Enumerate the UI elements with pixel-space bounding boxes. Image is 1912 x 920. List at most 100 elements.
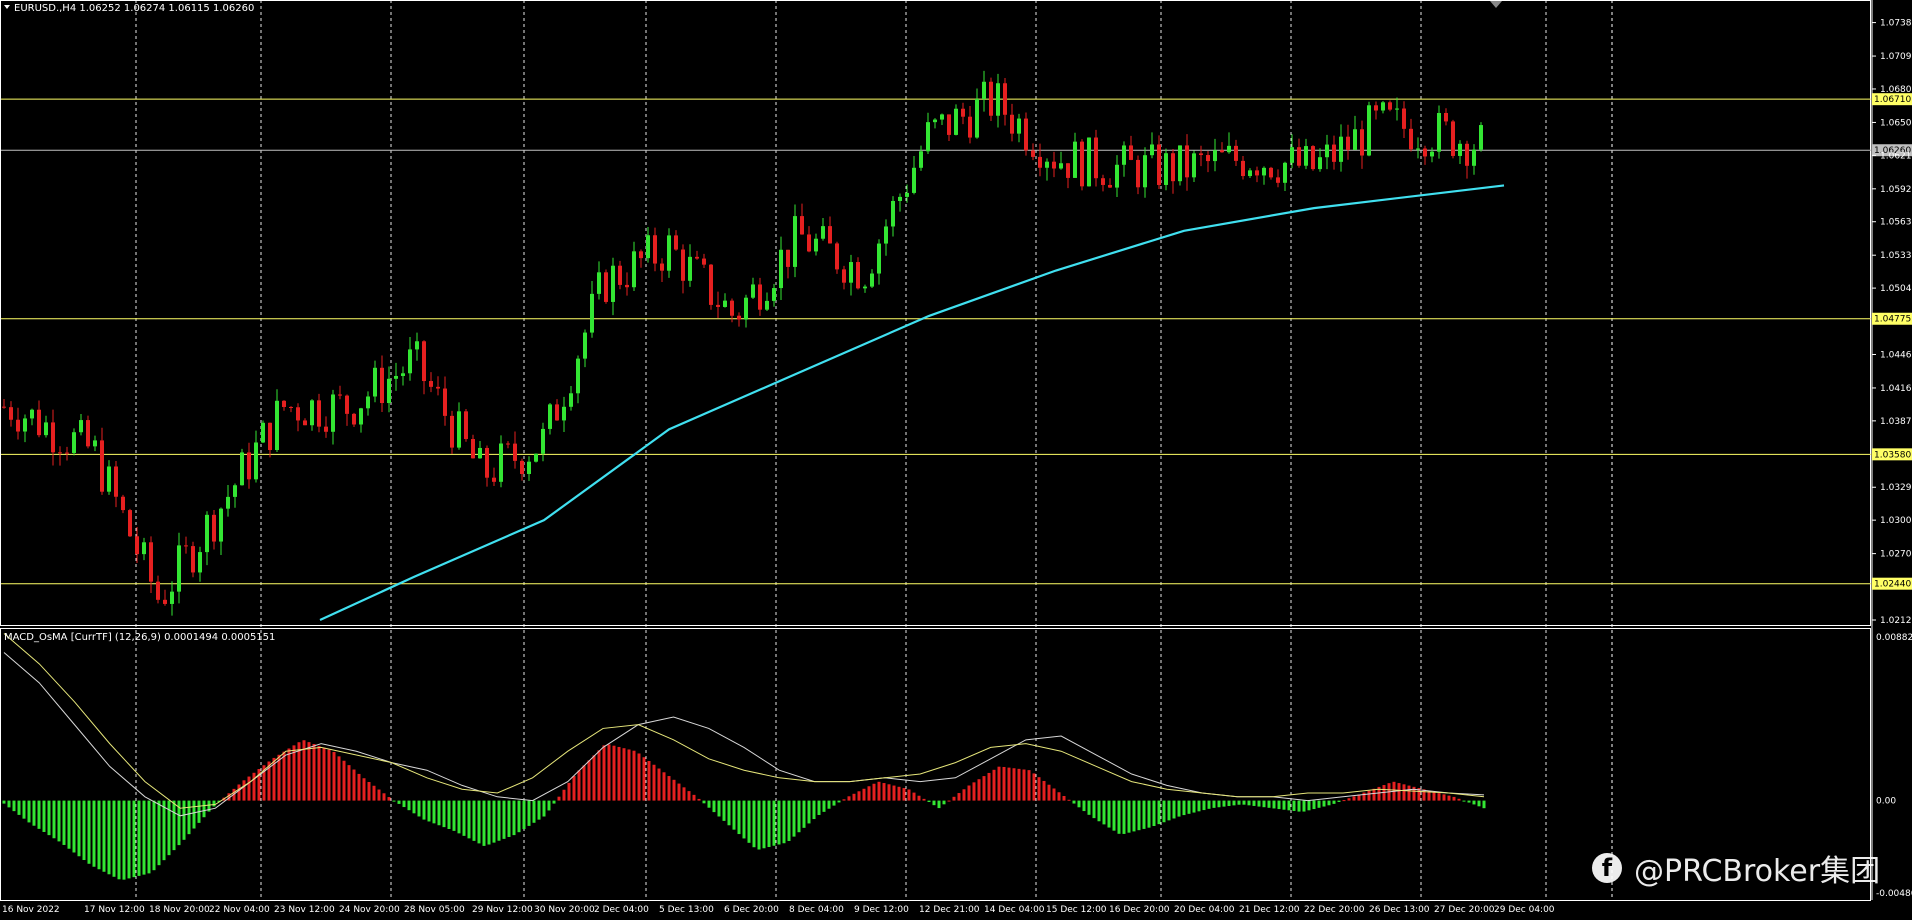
candle-body: [205, 514, 209, 553]
candle-body: [814, 238, 818, 252]
candle-body: [408, 349, 412, 374]
histogram-bar: [27, 800, 31, 823]
candle-body: [1164, 153, 1168, 185]
histogram-bar: [387, 797, 391, 801]
candle-body: [233, 485, 237, 497]
candle-body: [695, 256, 699, 259]
histogram-bar: [1462, 800, 1466, 802]
histogram-bar: [342, 760, 346, 801]
candle-body: [625, 284, 629, 288]
histogram-bar: [127, 800, 131, 879]
histogram-bar: [592, 755, 596, 801]
histogram-bar: [347, 765, 351, 801]
histogram-bar: [772, 800, 776, 846]
candle-body: [884, 226, 888, 244]
histogram-bar: [967, 785, 971, 801]
moving-average-line: [319, 184, 1505, 621]
candle-body: [1325, 144, 1329, 158]
histogram-bar: [1272, 800, 1276, 809]
candle-body: [198, 552, 202, 573]
candle-body: [1045, 161, 1049, 168]
histogram-bar: [852, 793, 856, 801]
histogram-bar: [47, 800, 51, 836]
histogram-bar: [1137, 800, 1141, 831]
candle-body: [471, 439, 475, 459]
histogram-bar: [1217, 800, 1221, 808]
histogram-bar: [162, 800, 166, 861]
histogram-bar: [1077, 800, 1081, 808]
histogram-bar: [667, 776, 671, 801]
histogram-bar: [1187, 800, 1191, 814]
histogram-bar: [672, 779, 676, 801]
histogram-bar: [1027, 770, 1031, 801]
histogram-bar: [7, 800, 11, 808]
candle-body: [1262, 167, 1266, 176]
histogram-bar: [587, 760, 591, 801]
candle-body: [422, 341, 426, 382]
candle-body: [940, 114, 944, 120]
histogram-bar: [657, 768, 661, 801]
candle-body: [1080, 141, 1084, 187]
candle-body: [1367, 105, 1371, 156]
histogram-bar: [607, 744, 611, 801]
indicator-axis: 0.008824 0.00 -0.004865: [1876, 633, 1912, 899]
horizontal-levels[interactable]: 1.067101.062601.047751.035801.02440: [1, 93, 1912, 590]
candle-body: [1451, 121, 1455, 156]
price-tick-label: 1.05630: [1880, 218, 1912, 228]
histogram-bar: [172, 800, 176, 851]
candle-body: [1073, 141, 1077, 178]
trading-chart[interactable]: 1.067101.062601.047751.035801.02440 1.07…: [0, 0, 1912, 920]
histogram-bar: [1227, 800, 1231, 806]
histogram-bar: [522, 800, 526, 830]
histogram-bar: [482, 800, 486, 846]
histogram-bar: [492, 800, 496, 843]
histogram-bar: [1252, 800, 1256, 806]
indicator-panel-frame: [0, 628, 1871, 901]
histogram-bar: [1032, 773, 1036, 801]
histogram-bar: [1432, 791, 1436, 801]
candle-body: [541, 428, 545, 454]
indicator-panel-header: MACD_OsMA [CurrTF] (12,26,9) 0.0001494 0…: [4, 632, 275, 643]
histogram-bar: [122, 800, 126, 880]
time-tick-label: 21 Dec 12:00: [1239, 905, 1300, 915]
candle-body: [1052, 161, 1056, 169]
histogram-bar: [992, 769, 996, 801]
histogram-bar: [877, 781, 881, 801]
candle-body: [1234, 145, 1238, 161]
candle-body: [9, 407, 13, 420]
facebook-icon: f: [1592, 853, 1622, 883]
histogram-bar: [1452, 796, 1456, 801]
histogram-bar: [1262, 800, 1266, 808]
histogram-bar: [1477, 800, 1481, 807]
candle-body: [891, 200, 895, 227]
histogram-bar: [1367, 790, 1371, 801]
candle-body: [590, 293, 594, 333]
candle-body: [1437, 112, 1441, 152]
histogram-bar: [692, 794, 696, 801]
histogram-bar: [1472, 800, 1476, 805]
histogram-bar: [427, 800, 431, 822]
candle-body: [1108, 184, 1112, 188]
symbol-menu-arrow-icon[interactable]: [4, 5, 10, 9]
candle-body: [1479, 125, 1483, 150]
macd-histogram: [2, 740, 1486, 880]
time-tick-label: 29 Nov 12:00: [472, 905, 533, 915]
candle-body: [114, 466, 118, 497]
candle-body: [1010, 114, 1014, 134]
histogram-bar: [1352, 796, 1356, 801]
histogram-bar: [1402, 784, 1406, 801]
candle-body: [1024, 118, 1028, 151]
histogram-bar: [1092, 800, 1096, 819]
chart-shift-marker[interactable]: [1490, 1, 1502, 8]
time-tick-label: 28 Nov 05:00: [404, 905, 465, 915]
histogram-bar: [922, 798, 926, 801]
histogram-bar: [577, 770, 581, 801]
candle-body: [779, 249, 783, 289]
histogram-bar: [1482, 800, 1486, 809]
candle-body: [646, 235, 650, 259]
candle-body: [296, 407, 300, 421]
histogram-bar: [1152, 800, 1156, 827]
candle-body: [877, 243, 881, 274]
candle-body: [863, 286, 867, 289]
candle-body: [1395, 108, 1399, 110]
